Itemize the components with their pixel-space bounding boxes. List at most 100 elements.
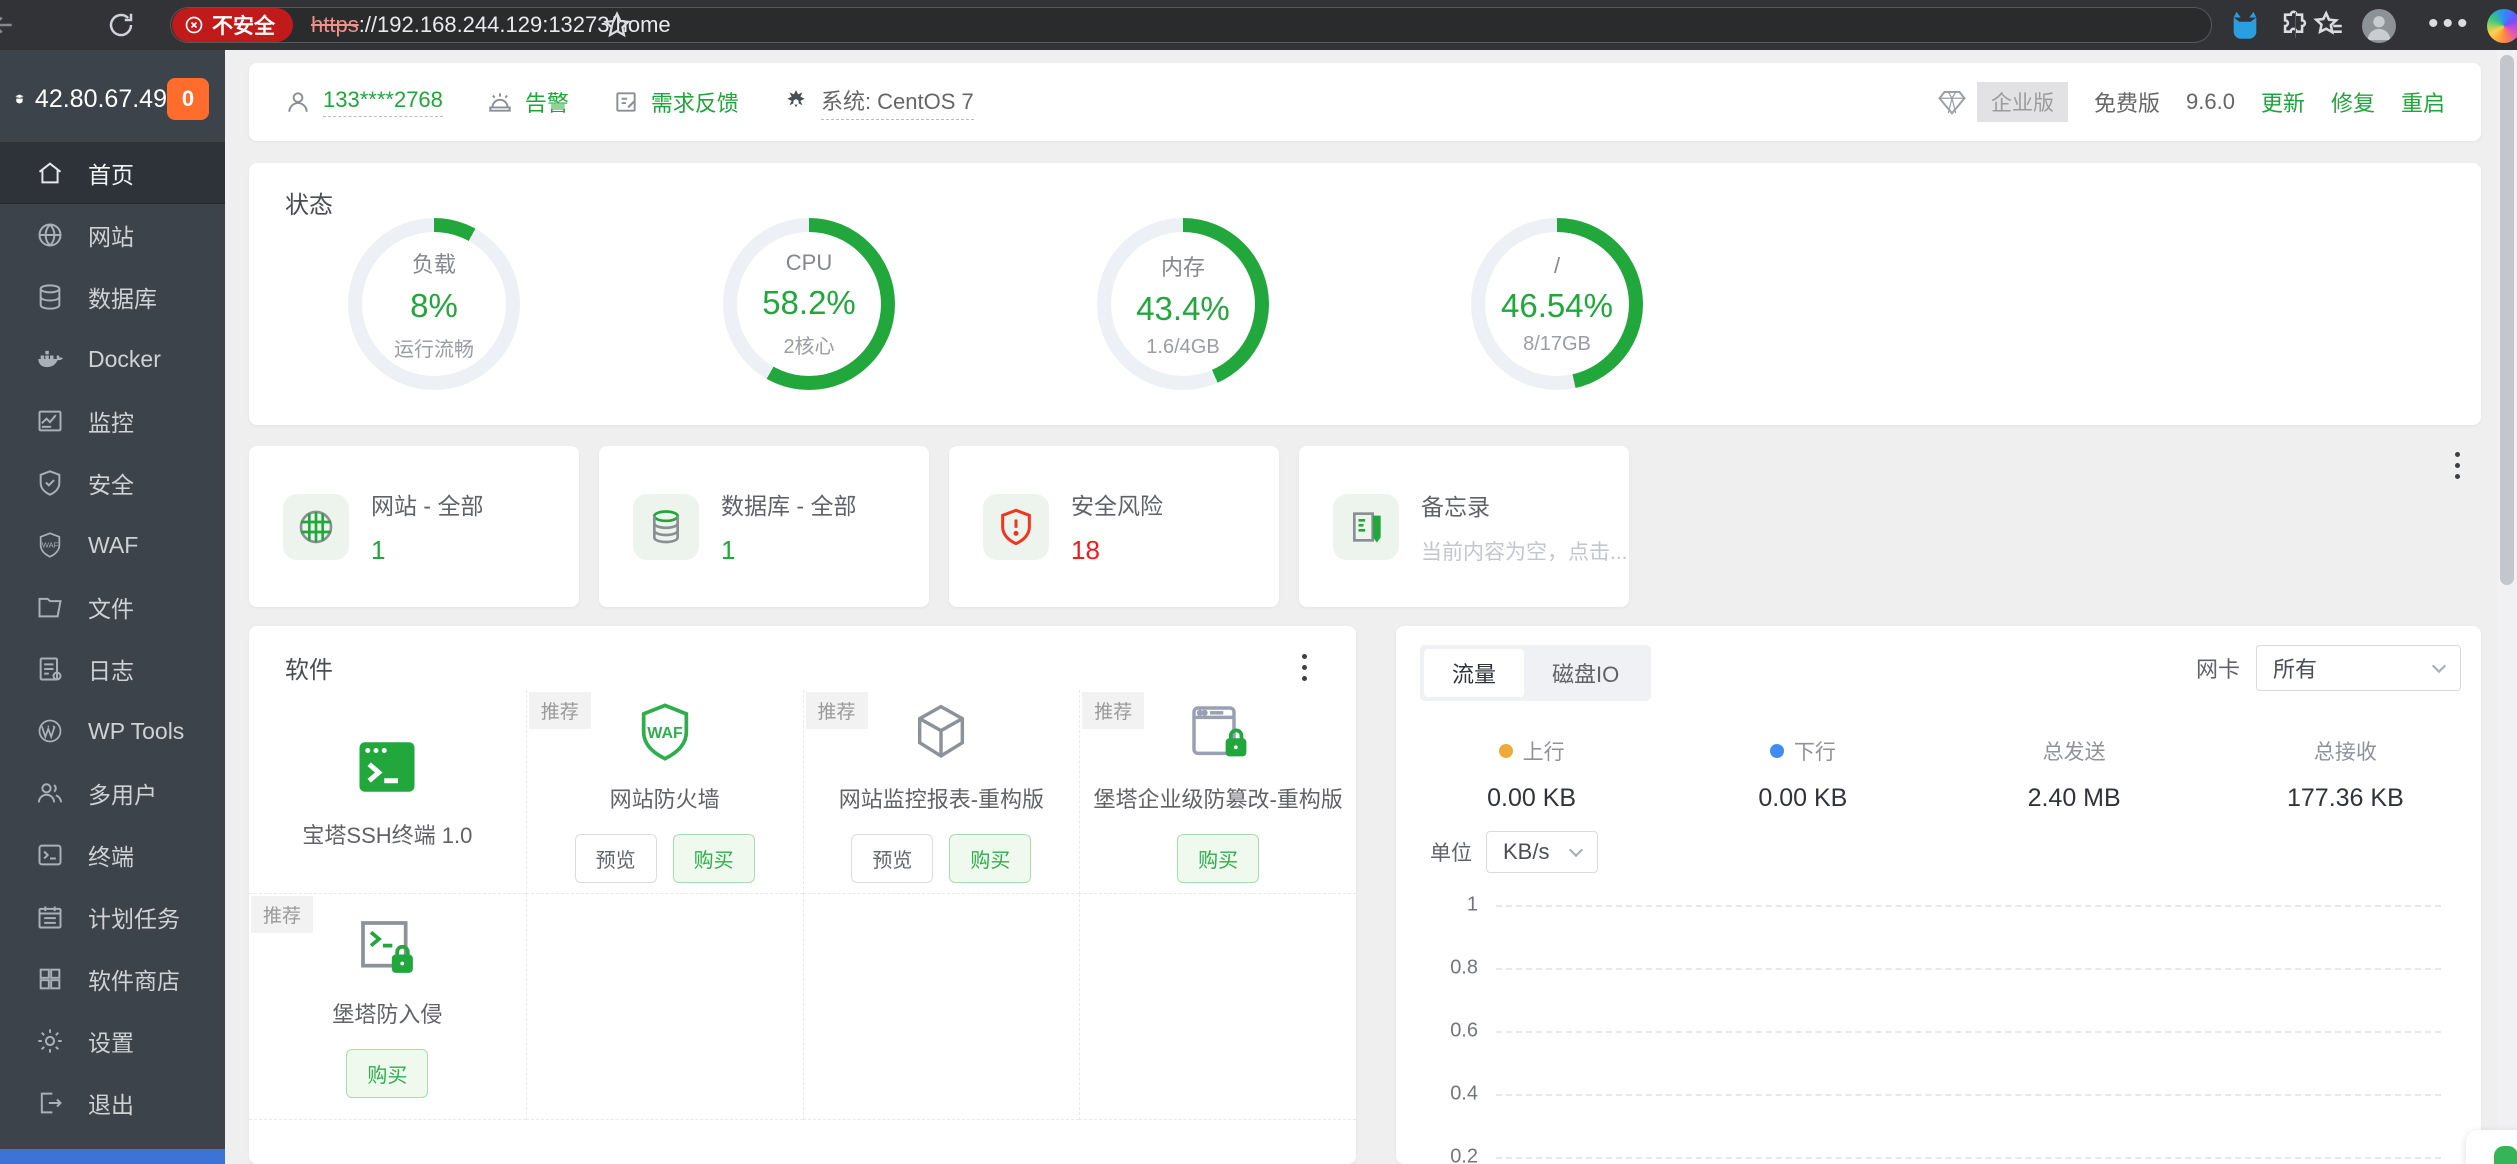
update-link[interactable]: 更新 [2261, 86, 2305, 118]
users-icon [37, 783, 63, 803]
sidebar-item-label: 网站 [88, 224, 134, 250]
not-secure-label: 不安全 [212, 15, 275, 38]
alarm-link[interactable]: 告警 [487, 86, 569, 118]
software-name: 宝塔SSH终端 1.0 [302, 822, 473, 848]
card-title: 备忘录 [1421, 493, 1490, 520]
support-chat-button[interactable] [2466, 1130, 2517, 1164]
cards-menu-icon[interactable] [2455, 452, 2461, 479]
server-ip[interactable]: 42.80.67.49 [35, 85, 167, 114]
software-item-tamper-proof[interactable]: 推荐 堡塔企业级防篡改-重构版 购买 [1079, 690, 1356, 894]
gauge-disk: / 46.54% 8/17GB [1447, 218, 1667, 390]
shield-x-icon [185, 16, 203, 34]
sidebar-item-website[interactable]: 网站 [0, 204, 225, 266]
card-databases[interactable]: 数据库 - 全部 1 [599, 446, 929, 607]
card-value[interactable]: 1 [721, 535, 856, 566]
message-count-badge[interactable]: 0 [167, 78, 209, 120]
sidebar-item-cron[interactable]: 计划任务 [0, 886, 225, 948]
favorites-hub-icon[interactable] [2312, 9, 2346, 43]
sidebar-item-database[interactable]: 数据库 [0, 266, 225, 328]
software-item-intrusion[interactable]: 推荐 堡塔防入侵 购买 [249, 894, 526, 1120]
memo-icon [1353, 511, 1381, 543]
repair-link[interactable]: 修复 [2331, 86, 2375, 118]
scrollbar-thumb[interactable] [2500, 55, 2514, 585]
diamond-icon [1938, 91, 1966, 115]
sidebar-item-multiuser[interactable]: 多用户 [0, 762, 225, 824]
extension-cat-icon[interactable] [2228, 9, 2262, 43]
logout-icon [40, 1092, 62, 1114]
gauge-value: 8% [410, 286, 458, 324]
sidebar-item-security[interactable]: 安全 [0, 452, 225, 514]
software-item-waf[interactable]: 推荐 WAF 网站防火墙 预览 购买 [525, 690, 803, 894]
account-link[interactable]: 133****2768 [285, 87, 443, 117]
account-number[interactable]: 133****2768 [323, 87, 443, 117]
down-dot-icon [1769, 744, 1784, 758]
sidebar-item-waf[interactable]: WAF WAF [0, 514, 225, 576]
restart-link[interactable]: 重启 [2401, 86, 2445, 118]
tab-traffic[interactable]: 流量 [1424, 649, 1525, 697]
card-value[interactable]: 1 [371, 535, 483, 566]
software-item-ssh-terminal[interactable]: 宝塔SSH终端 1.0 [249, 690, 526, 894]
sidebar-item-files[interactable]: 文件 [0, 576, 225, 638]
unit-label: 单位 [1430, 842, 1472, 865]
nic-select[interactable]: 所有 [2256, 645, 2461, 691]
gauge-ring: 内存 43.4% 1.6/4GB [1097, 218, 1269, 390]
software-cell-empty [1079, 894, 1356, 1120]
buy-button[interactable]: 购买 [949, 834, 1032, 883]
sidebar-item-label: 监控 [88, 410, 134, 436]
sidebar-item-logs[interactable]: 日志 [0, 638, 225, 700]
back-icon[interactable] [0, 10, 18, 40]
url-scheme: https [311, 12, 359, 37]
unit-select[interactable]: KB/s [1486, 831, 1598, 873]
system-info[interactable]: 系统: CentOS 7 [783, 84, 974, 120]
sidebar-item-monitor[interactable]: 监控 [0, 390, 225, 452]
log-file-icon [39, 657, 62, 681]
feedback-label[interactable]: 需求反馈 [651, 86, 739, 118]
card-websites[interactable]: 网站 - 全部 1 [249, 446, 579, 607]
software-name: 网站监控报表-重构版 [838, 787, 1045, 812]
software-item-monitor-report[interactable]: 推荐 网站监控报表-重构版 预览 购买 [802, 690, 1080, 894]
gauge-ring: CPU 58.2% 2核心 [723, 218, 895, 390]
sidebar-item-logout[interactable]: 退出 [0, 1072, 225, 1134]
card-value[interactable]: 18 [1071, 535, 1163, 566]
feedback-link[interactable]: 需求反馈 [613, 86, 739, 118]
sidebar-item-docker[interactable]: Docker [0, 328, 225, 390]
y-tick: 0.8 [1450, 956, 1478, 979]
sidebar: 42.80.67.49 0 首页 网站 数据库 Docker 监控 安全 WAF [0, 50, 225, 1164]
software-cell-empty [525, 894, 803, 1120]
sidebar-item-label: 终端 [88, 844, 134, 870]
bookmark-star-icon[interactable] [602, 10, 632, 40]
address-bar[interactable]: 不安全 https://192.168.244.129:13273/home [170, 7, 2212, 43]
buy-button[interactable]: 购买 [346, 1049, 429, 1098]
card-security-risks[interactable]: 安全风险 18 [949, 446, 1279, 607]
card-memo[interactable]: 备忘录当前内容为空，点击... [1299, 446, 1629, 607]
software-menu-icon[interactable] [1302, 654, 1308, 681]
ssh-terminal-icon [359, 741, 415, 792]
software-name: 堡塔企业级防篡改-重构版 [1093, 787, 1343, 812]
sidebar-item-terminal[interactable]: 终端 [0, 824, 225, 886]
system-label[interactable]: 系统: CentOS 7 [820, 84, 974, 120]
bt-logo-icon [15, 94, 24, 104]
chat-icon [2494, 1146, 2517, 1164]
software-name: 堡塔防入侵 [332, 1002, 443, 1027]
sidebar-item-home[interactable]: 首页 [0, 142, 225, 204]
alarm-label[interactable]: 告警 [525, 86, 569, 118]
tab-disk-io[interactable]: 磁盘IO [1524, 649, 1647, 697]
preview-button[interactable]: 预览 [574, 834, 657, 883]
copilot-icon[interactable] [2487, 9, 2517, 43]
sidebar-item-wp-tools[interactable]: WP Tools [0, 700, 225, 762]
sidebar-item-settings[interactable]: 设置 [0, 1010, 225, 1072]
refresh-icon[interactable] [106, 10, 136, 40]
buy-button[interactable]: 购买 [672, 834, 755, 883]
cube-icon [918, 704, 965, 759]
profile-avatar[interactable] [2362, 9, 2396, 43]
sidebar-item-label: 设置 [88, 1030, 134, 1056]
preview-button[interactable]: 预览 [851, 834, 934, 883]
buy-button[interactable]: 购买 [1177, 834, 1260, 883]
page-scrollbar[interactable] [2497, 50, 2517, 1164]
enterprise-badge[interactable]: 企业版 [1977, 82, 2068, 122]
memo-placeholder[interactable]: 当前内容为空，点击... [1421, 536, 1628, 566]
sidebar-item-appstore[interactable]: 软件商店 [0, 948, 225, 1010]
gear-icon [38, 1029, 62, 1053]
browser-menu-icon[interactable]: ••• [2428, 9, 2470, 39]
not-secure-badge[interactable]: 不安全 [172, 8, 293, 42]
